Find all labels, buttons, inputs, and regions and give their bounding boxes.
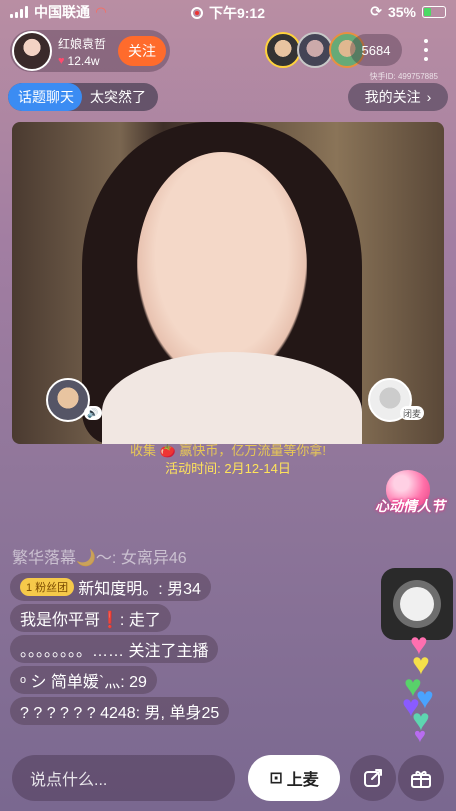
kuaishou-id: 快手ID: 499757885 — [369, 72, 439, 81]
chat-message[interactable]: 。。。。。。。。…… 关注了主播 — [10, 635, 219, 663]
bottom-bar: 说点什么... ⊡ 上麦 — [12, 755, 444, 801]
mic-badge: 🔊 — [84, 406, 102, 420]
battery-percent: 35% — [387, 3, 416, 20]
gift-icon — [411, 771, 431, 788]
topic-tag[interactable]: 话题聊天 太突然了 — [8, 83, 158, 111]
follow-button[interactable]: 关注 — [118, 36, 166, 66]
screen-record-icon — [190, 7, 203, 19]
battery-icon — [422, 5, 446, 18]
mic-slot[interactable]: 🔊 — [46, 378, 102, 422]
host-info: 红娘袁哲 ♥ 12.4w — [58, 35, 106, 68]
mic-slot[interactable]: 闭麦 — [368, 378, 424, 422]
status-bar: 中国联通 ◠ 下午9:12 ⟳ 35% — [0, 0, 456, 24]
chat-list[interactable]: 繁华落幕🌙～: 女离异46 1 粉丝团 新知度明。: 男34 我是你平哥❗: 走了… — [10, 542, 320, 728]
topic-label[interactable]: 话题聊天 — [8, 83, 82, 111]
top-viewers[interactable] — [265, 32, 365, 68]
chat-message[interactable]: 繁华落幕🌙～: 女离异46 — [10, 542, 197, 570]
status-right: ⟳ 35% — [370, 3, 446, 20]
my-follow-label: 我的关注 — [364, 89, 421, 105]
mic-badge: 闭麦 — [399, 406, 424, 420]
host-name: 红娘袁哲 — [58, 36, 107, 51]
host-avatar[interactable] — [12, 31, 52, 71]
sofa-icon: ⊡ — [269, 770, 283, 787]
viewer-avatar[interactable] — [265, 32, 301, 68]
more-options-icon[interactable] — [420, 36, 432, 64]
host-pill[interactable]: 红娘袁哲 ♥ 12.4w 关注 — [10, 30, 170, 72]
assistive-touch-ring — [393, 580, 441, 628]
host-likes-count: 12.4w — [67, 53, 100, 68]
chat-message[interactable]: ? ? ? ? ? ? 4248: 男, 单身25 — [10, 697, 230, 725]
chevron-right-icon: › — [426, 89, 432, 105]
valentine-event-badge[interactable]: 心动情人节 — [374, 468, 446, 524]
fan-club-badge: 1 粉丝团 — [20, 578, 75, 596]
chat-message[interactable]: ᵒ シ 简单媛`灬: 29 — [10, 666, 157, 694]
chat-message-text: 新知度明。: 男34 — [78, 581, 201, 598]
assistive-touch-core — [400, 587, 434, 621]
topic-text: 太突然了 — [82, 87, 158, 107]
floating-hearts: ♥ ♥ ♥ ♥ ♥ ♥ ♥ — [402, 630, 452, 750]
video-subject-face — [137, 152, 307, 382]
my-follow-button[interactable]: 我的关注 › — [348, 83, 448, 111]
gift-button[interactable] — [398, 755, 444, 801]
clock: 下午9:12 — [208, 5, 266, 21]
share-button[interactable] — [350, 755, 396, 801]
chat-message[interactable]: 我是你平哥❗: 走了 — [10, 604, 171, 632]
share-icon — [364, 769, 382, 787]
heart-icon: ♥ — [58, 54, 65, 67]
host-likes: ♥ 12.4w — [58, 54, 106, 68]
topic-title: 太突然了 — [90, 89, 146, 105]
chat-message[interactable]: 1 粉丝团 新知度明。: 男34 — [10, 573, 211, 601]
valentine-label: 心动情人节 — [375, 498, 445, 514]
heart-icon: ♥ — [414, 725, 426, 747]
comment-input[interactable]: 说点什么... — [12, 755, 235, 801]
join-mic-label: 上麦 — [286, 772, 319, 789]
viewer-avatar[interactable] — [297, 32, 333, 68]
join-mic-button[interactable]: ⊡ 上麦 — [248, 755, 340, 801]
rotation-lock-icon: ⟳ — [370, 3, 382, 19]
viewer-count[interactable]: 5684 — [350, 34, 402, 66]
